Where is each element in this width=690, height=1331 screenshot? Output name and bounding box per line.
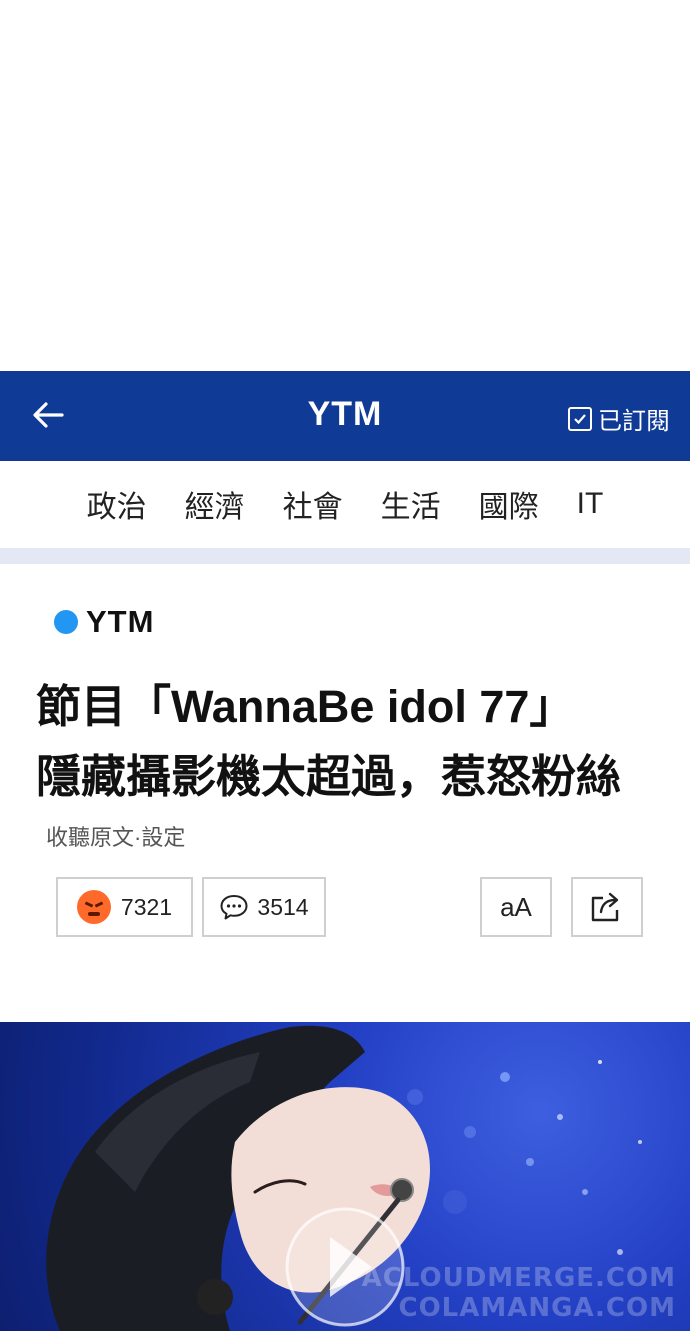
article-headline: 節目「WannaBe idol 77」 隱藏攝影機太超過，惹怒粉絲 [36,672,686,812]
headline-line-2: 隱藏攝影機太超過，惹怒粉絲 [36,751,622,802]
subscribe-button[interactable]: 已訂閱 [568,401,670,436]
checkbox-icon [568,406,592,431]
top-blank-area [0,0,690,371]
angry-reaction-button[interactable]: 7321 [56,877,193,937]
nav-item-it[interactable]: IT [558,487,623,521]
angry-count: 7321 [120,893,173,920]
share-button[interactable] [571,877,643,937]
section-divider [0,548,690,564]
comment-bubble-icon [220,895,248,920]
app-header: YTM 已訂閱 [0,371,690,461]
article-source[interactable]: YTM [54,604,154,640]
subscribe-label: 已訂閱 [598,408,670,435]
watermark-line-2: COLAMANGA.COM [398,1293,676,1323]
nav-item-politics[interactable]: 政治 [68,482,166,526]
nav-item-society[interactable]: 社會 [264,482,362,526]
angry-face-icon [76,890,111,924]
source-dot-icon [54,610,78,634]
nav-item-life[interactable]: 生活 [362,482,460,526]
headline-line-1: 節目「WannaBe idol 77」 [36,681,575,732]
nav-item-international[interactable]: 國際 [460,482,558,526]
watermark-line-1: ACLOUDMERGE.COM [361,1263,676,1293]
article-hero-image[interactable]: ACLOUDMERGE.COM COLAMANGA.COM [0,1022,690,1331]
comment-button[interactable]: 3514 [202,877,326,937]
source-name: YTM [86,604,155,639]
category-nav: 政治 經濟 社會 生活 國際 IT [0,461,690,547]
watermark: ACLOUDMERGE.COM COLAMANGA.COM [362,1263,676,1323]
share-icon [591,892,619,922]
listen-settings-link[interactable]: 收聽原文·設定 [46,820,185,852]
nav-item-economy[interactable]: 經濟 [166,482,264,526]
font-size-button[interactable]: aA [480,877,552,937]
comment-count: 3514 [257,893,309,920]
